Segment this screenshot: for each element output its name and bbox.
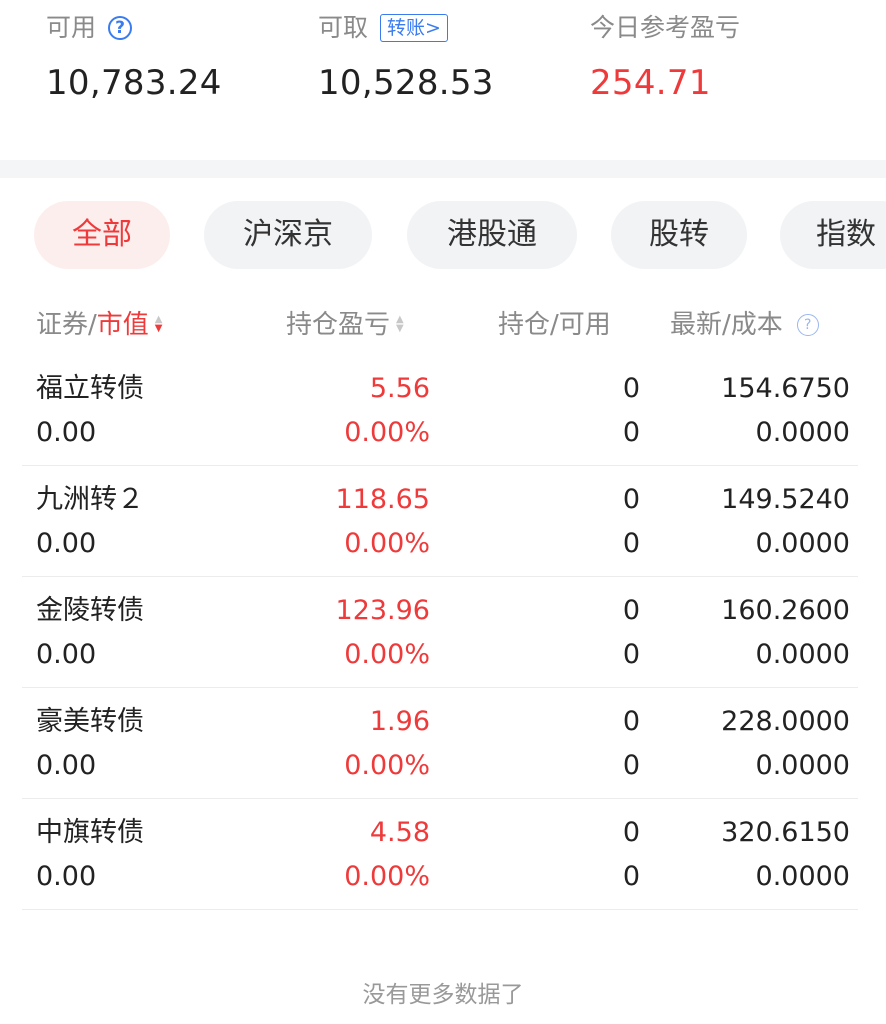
available-qty: 0	[622, 417, 640, 448]
table-row[interactable]: 中旗转债 0.00 4.58 0.00% 0 0 320.6150 0.0000	[22, 799, 858, 910]
no-more-data-text: 没有更多数据了	[362, 982, 524, 1008]
position-pl-percent: 0.00%	[344, 750, 430, 781]
latest-price: 320.6150	[721, 817, 850, 848]
available-qty: 0	[622, 861, 640, 892]
today-pl-block: 今日参考盈亏 254.71	[590, 8, 740, 108]
cost-price: 0.0000	[755, 417, 850, 448]
table-row[interactable]: 福立转债 0.00 5.56 0.00% 0 0 154.6750 0.0000	[22, 355, 858, 466]
positions-header: 证券/ 市值 ▲ ▼ 持仓盈亏 ▲ ▼ 持仓/可用 最新/成本 ?	[0, 300, 886, 350]
position-qty: 0	[622, 706, 640, 737]
positions-list: 福立转债 0.00 5.56 0.00% 0 0 154.6750 0.0000…	[22, 355, 858, 910]
latest-price: 149.5240	[721, 484, 850, 515]
available-qty: 0	[622, 639, 640, 670]
header-latest-cost-label: 最新/成本	[670, 310, 783, 340]
position-pl-percent: 0.00%	[344, 417, 430, 448]
table-row[interactable]: 九洲转２ 0.00 118.65 0.00% 0 0 149.5240 0.00…	[22, 466, 858, 577]
cost-price: 0.0000	[755, 861, 850, 892]
position-qty: 0	[622, 817, 640, 848]
tab-all[interactable]: 全部	[34, 201, 170, 269]
position-qty: 0	[622, 484, 640, 515]
withdrawable-value: 10,528.53	[318, 63, 494, 103]
position-pl: 1.96	[369, 706, 430, 737]
security-name: 中旗转债	[36, 817, 144, 848]
table-row[interactable]: 豪美转债 0.00 1.96 0.00% 0 0 228.0000 0.0000	[22, 688, 858, 799]
cost-price: 0.0000	[755, 639, 850, 670]
available-label-row: 可用 ?	[46, 8, 222, 48]
tab-neeq[interactable]: 股转	[611, 201, 747, 269]
latest-price: 160.2600	[721, 595, 850, 626]
header-position-pl-label: 持仓盈亏	[286, 310, 391, 340]
available-value: 10,783.24	[46, 63, 222, 103]
market-value: 0.00	[36, 861, 97, 892]
tab-index[interactable]: 指数	[780, 201, 886, 269]
position-pl: 4.58	[369, 817, 430, 848]
security-name: 九洲转２	[36, 484, 144, 515]
cost-price: 0.0000	[755, 750, 850, 781]
position-pl-percent: 0.00%	[344, 639, 430, 670]
cost-price: 0.0000	[755, 528, 850, 559]
help-icon[interactable]: ?	[796, 314, 819, 336]
table-row[interactable]: 金陵转债 0.00 123.96 0.00% 0 0 160.2600 0.00…	[22, 577, 858, 688]
position-pl: 118.65	[335, 484, 430, 515]
tab-hu-shen-jing[interactable]: 沪深京	[204, 201, 372, 269]
security-name: 福立转债	[36, 373, 144, 404]
header-security: 证券/	[36, 310, 97, 340]
header-latest-cost: 最新/成本 ?	[670, 300, 819, 350]
header-market-value: 市值	[96, 310, 149, 340]
position-qty: 0	[622, 373, 640, 404]
help-icon[interactable]: ?	[108, 16, 133, 40]
section-divider	[0, 160, 886, 178]
position-pl-percent: 0.00%	[344, 861, 430, 892]
position-pl: 5.56	[369, 373, 430, 404]
market-value: 0.00	[36, 750, 97, 781]
transfer-button[interactable]: 转账>	[380, 14, 448, 42]
market-value: 0.00	[36, 417, 97, 448]
withdrawable-label-row: 可取 转账>	[318, 8, 494, 48]
security-name: 金陵转债	[36, 595, 144, 626]
today-pl-label: 今日参考盈亏	[590, 13, 741, 42]
available-qty: 0	[622, 750, 640, 781]
header-security-market-value[interactable]: 证券/ 市值 ▲ ▼	[36, 300, 162, 350]
header-position-pl[interactable]: 持仓盈亏 ▲ ▼	[286, 300, 404, 350]
latest-price: 228.0000	[721, 706, 850, 737]
position-pl: 123.96	[335, 595, 430, 626]
position-pl-percent: 0.00%	[344, 528, 430, 559]
withdrawable-block: 可取 转账> 10,528.53	[318, 8, 494, 108]
sort-icon: ▲ ▼	[396, 314, 404, 334]
security-name: 豪美转债	[36, 706, 144, 737]
header-position-available: 持仓/可用	[498, 310, 611, 340]
market-tabs: 全部 沪深京 港股通 股转 指数	[34, 201, 886, 269]
market-value: 0.00	[36, 639, 97, 670]
available-label: 可用	[46, 13, 97, 42]
latest-price: 154.6750	[721, 373, 850, 404]
available-qty: 0	[622, 528, 640, 559]
sort-icon: ▲ ▼	[154, 314, 163, 334]
position-qty: 0	[622, 595, 640, 626]
available-block: 可用 ? 10,783.24	[46, 8, 222, 108]
today-pl-value: 254.71	[590, 63, 711, 103]
account-summary: 可用 ? 10,783.24 可取 转账> 10,528.53 今日参考盈亏 2…	[0, 0, 886, 160]
tab-hk-connect[interactable]: 港股通	[407, 201, 577, 269]
withdrawable-label: 可取	[318, 13, 369, 42]
market-value: 0.00	[36, 528, 97, 559]
